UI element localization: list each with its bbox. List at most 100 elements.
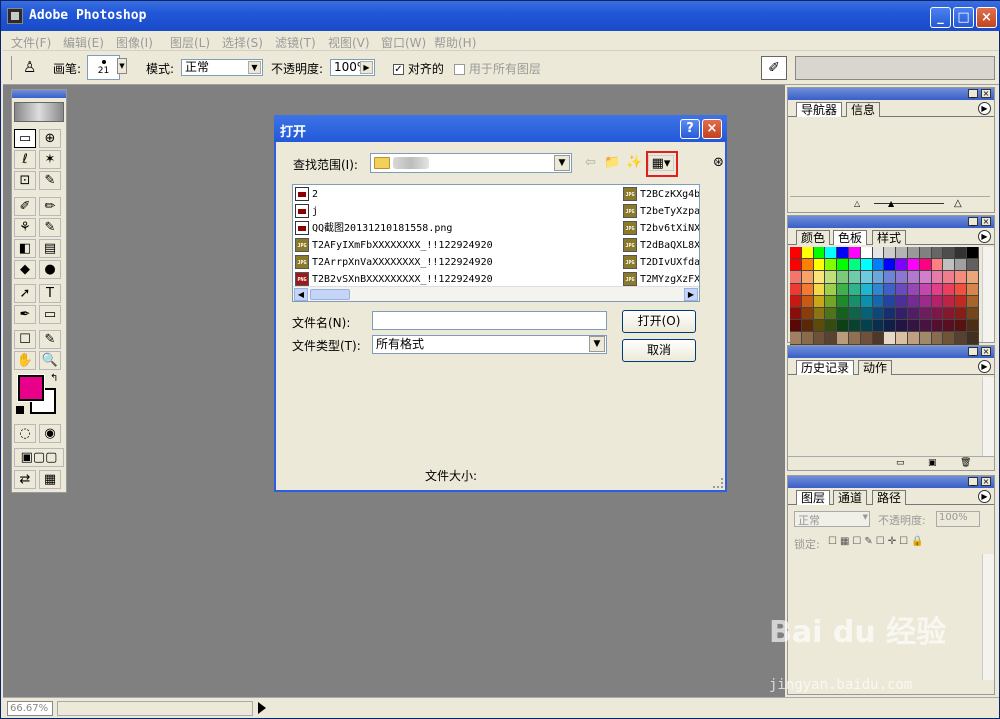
swatch[interactable]	[884, 295, 897, 308]
brush-palette-icon[interactable]: ✐	[761, 56, 787, 80]
zoom-slider[interactable]: △ ▲ △	[790, 196, 990, 210]
panel-close-icon[interactable]: ×	[981, 217, 991, 226]
swatch[interactable]	[837, 295, 849, 308]
swatch[interactable]	[896, 307, 908, 321]
swatch[interactable]	[801, 332, 814, 345]
swatch[interactable]	[860, 295, 873, 308]
swatch[interactable]	[907, 332, 920, 345]
swatch[interactable]	[919, 320, 932, 333]
cancel-button[interactable]: 取消	[622, 339, 696, 362]
up-folder-icon[interactable]: 📁	[604, 155, 621, 171]
swatch[interactable]	[848, 320, 861, 333]
swatch[interactable]	[837, 271, 849, 284]
clone-stamp-tool-icon[interactable]: ⚘	[14, 218, 36, 237]
swatch[interactable]	[884, 332, 897, 345]
list-item[interactable]: JPG T2ArrpXnVaXXXXXXXX_!!122924920	[295, 255, 493, 271]
swatch[interactable]	[884, 259, 897, 272]
list-item[interactable]: JPG T2beTyXzpa	[623, 204, 699, 220]
swatch[interactable]	[919, 332, 932, 345]
swatch[interactable]	[790, 271, 802, 284]
swatch[interactable]	[896, 320, 908, 333]
swatch[interactable]	[813, 247, 826, 260]
swatch[interactable]	[848, 271, 861, 284]
swatch[interactable]	[884, 307, 897, 321]
swatch[interactable]	[801, 247, 814, 260]
scroll-right-icon[interactable]: ▶	[684, 288, 698, 301]
swatch[interactable]	[931, 259, 944, 272]
status-menu-arrow-icon[interactable]	[258, 702, 266, 714]
swatch[interactable]	[955, 259, 967, 272]
tab-color[interactable]: 颜色	[796, 230, 831, 245]
swatch[interactable]	[801, 283, 814, 296]
swatch[interactable]	[872, 283, 885, 296]
dialog-close-button[interactable]: ×	[702, 119, 722, 139]
swatch[interactable]	[943, 307, 956, 321]
swatch[interactable]	[848, 283, 861, 296]
foreground-color-swatch[interactable]	[17, 374, 45, 402]
swatch[interactable]	[801, 307, 814, 321]
menu-file[interactable]: 文件(F)	[11, 34, 51, 51]
look-in-select[interactable]: ▼	[370, 153, 572, 173]
swatch[interactable]	[801, 259, 814, 272]
swatch[interactable]	[825, 320, 838, 333]
blend-mode-select[interactable]: 正常 ▼	[794, 511, 870, 527]
list-item[interactable]: 2	[295, 187, 318, 203]
history-scrollbar[interactable]	[982, 377, 994, 457]
swatch[interactable]	[848, 295, 861, 308]
swatch[interactable]	[955, 271, 967, 284]
quick-mask-mode-icon[interactable]: ◉	[39, 424, 61, 443]
panel-minimize-icon[interactable]: _	[968, 477, 978, 486]
swatch[interactable]	[919, 271, 932, 284]
panel-menu-icon[interactable]: ▶	[978, 230, 991, 243]
swatch[interactable]	[790, 247, 802, 260]
swatches-scrollbar[interactable]	[982, 247, 994, 342]
opacity-field[interactable]: 100% ▶	[330, 59, 375, 76]
swatch[interactable]	[825, 295, 838, 308]
pen-tool-icon[interactable]: ✒	[14, 305, 36, 324]
swatch[interactable]	[813, 283, 826, 296]
swatch[interactable]	[943, 247, 956, 260]
tab-swatches[interactable]: 色板	[833, 230, 868, 245]
swatch[interactable]	[931, 271, 944, 284]
panel-close-icon[interactable]: ×	[981, 347, 991, 356]
list-item[interactable]: JPG T2DIvUXfda	[623, 255, 699, 271]
menu-layer[interactable]: 图层(L)	[170, 34, 210, 51]
close-button[interactable]: ×	[976, 7, 997, 28]
swatch[interactable]	[790, 259, 802, 272]
use-all-layers-checkbox[interactable]: 用于所有图层	[454, 60, 541, 77]
swatch[interactable]	[907, 307, 920, 321]
list-item[interactable]: JPG T2bv6tXiNX	[623, 221, 699, 237]
gradient-tool-icon[interactable]: ▤	[39, 239, 61, 258]
list-item[interactable]: j	[295, 204, 318, 220]
layers-opacity-field[interactable]: 100%	[936, 511, 980, 527]
menu-edit[interactable]: 编辑(E)	[63, 34, 104, 51]
swatch[interactable]	[943, 332, 956, 345]
swatch[interactable]	[966, 271, 979, 284]
swatch[interactable]	[872, 295, 885, 308]
swatch[interactable]	[825, 332, 838, 345]
swatch[interactable]	[884, 271, 897, 284]
screen-mode-icons[interactable]: ▣▢▢	[14, 448, 64, 467]
panel-close-icon[interactable]: ×	[981, 477, 991, 486]
imageready-icon[interactable]: ▦	[39, 470, 61, 489]
file-list-hscrollbar[interactable]: ◀ ▶	[293, 286, 699, 301]
photoshop-logo[interactable]	[14, 102, 64, 122]
panel-minimize-icon[interactable]: _	[968, 347, 978, 356]
tab-layers[interactable]: 图层	[796, 490, 831, 505]
swatch[interactable]	[872, 332, 885, 345]
menu-window[interactable]: 窗口(W)	[381, 34, 426, 51]
swatch[interactable]	[813, 332, 826, 345]
swatch[interactable]	[966, 320, 979, 333]
swatch[interactable]	[860, 307, 873, 321]
menu-select[interactable]: 选择(S)	[222, 34, 263, 51]
brush-tool-icon[interactable]: ✏	[39, 197, 61, 216]
back-arrow-icon[interactable]: ⇦	[582, 155, 599, 171]
swatch[interactable]	[813, 259, 826, 272]
photoshop-app-icon[interactable]	[7, 8, 23, 24]
swatch[interactable]	[955, 320, 967, 333]
minimize-button[interactable]: _	[930, 7, 951, 28]
swatch[interactable]	[872, 320, 885, 333]
swatch[interactable]	[837, 307, 849, 321]
lasso-tool-icon[interactable]: ℓ	[14, 150, 36, 169]
swatch[interactable]	[790, 332, 802, 345]
